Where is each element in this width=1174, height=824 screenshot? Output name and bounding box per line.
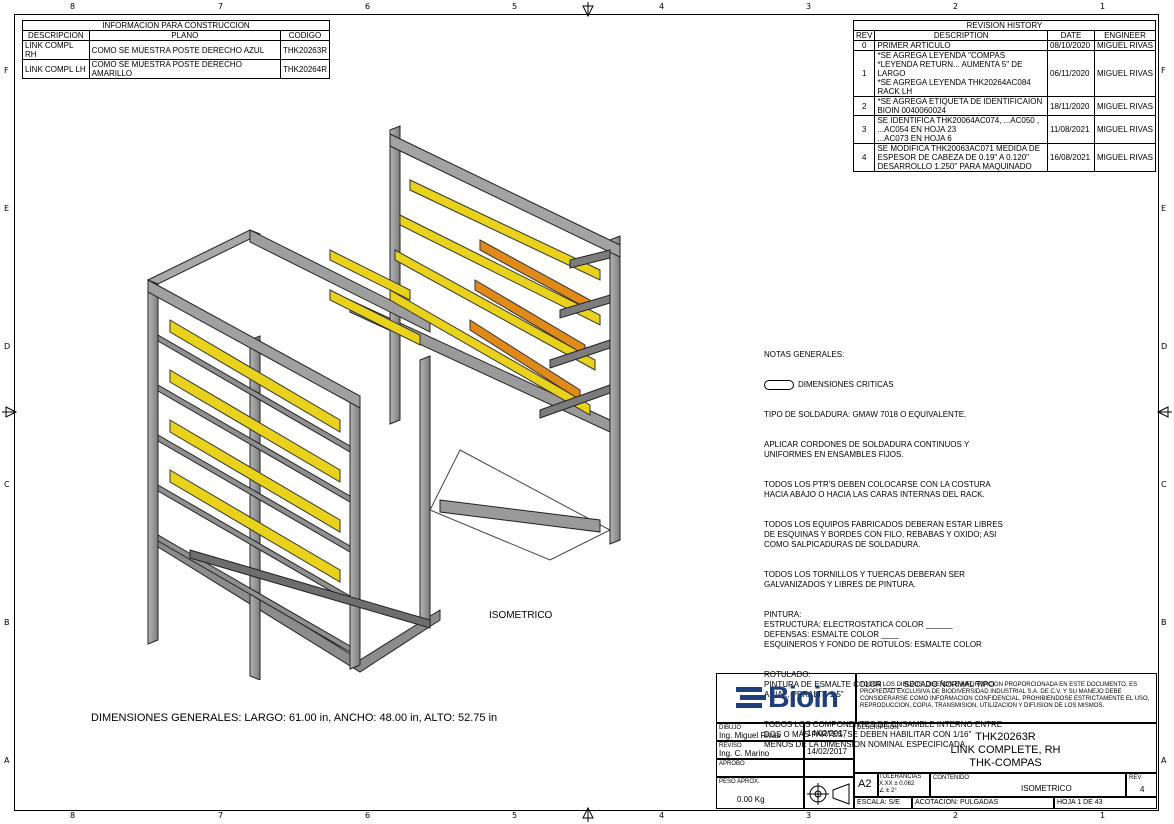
content-cell: CONTENIDO ISOMETRICO [930, 773, 1126, 797]
cell-engineer: MIGUEL RIVAS [1094, 96, 1156, 116]
confidentiality-notice: TODOS LOS DIBUJOS, DISEÑOS E INFORMACION… [856, 673, 1157, 723]
part-project: THK-COMPAS [969, 757, 1042, 769]
cell-engineer: MIGUEL RIVAS [1094, 115, 1156, 144]
col-header-codigo: CODIGO [279, 30, 331, 41]
cell-description: *SE AGREGA LEYENDA "COMPAS *LEYENDA RETU… [874, 50, 1048, 97]
approved-date [804, 759, 854, 777]
cell-date: 11/08/2021 [1047, 115, 1095, 144]
tolerances-label: TOLERANCIAS [879, 774, 922, 780]
notes-title: NOTAS GENERALES: [764, 350, 845, 359]
cell-date: 08/10/2020 [1047, 40, 1095, 51]
weight-value: 0.00 Kg [737, 795, 765, 804]
table-row: 2 *SE AGREGA ETIQUETA DE IDENTIFICAION B… [852, 96, 1156, 116]
col-header-description: DESCRIPTION [874, 30, 1048, 41]
reviewed-cell: REVISÓ Ing. C. Marino [716, 741, 804, 759]
table-row: LINK COMPL LH COMO SE MUESTRA POSTE DERE… [22, 59, 331, 79]
note-item: APLICAR CORDONES DE SOLDADURA CONTINUOS … [764, 440, 970, 459]
drew-date: 14/02/2017 [804, 723, 854, 741]
description-text: THK20263R LINK COMPLETE, RH THK-COMPAS [855, 731, 1156, 770]
col-header-rev: REV [852, 30, 876, 41]
cell-rev: 2 [852, 96, 876, 116]
rev-label: REV [1129, 775, 1142, 781]
cell-codigo: THK20264R [279, 59, 331, 79]
weight-label: PESO APROX. [719, 779, 760, 785]
scale: ESCALA: S/E [854, 797, 912, 809]
cell-description: *SE AGREGA ETIQUETA DE IDENTIFICAION BIO… [874, 96, 1048, 116]
sheet-number: HOJA 1 DE 43 [1054, 797, 1157, 809]
approved-label: APROBÓ [719, 761, 745, 767]
cell-descripcion: LINK COMPL RH [22, 40, 90, 60]
weight-cell: PESO APROX. 0.00 Kg [716, 777, 804, 809]
bioin-logo-icon [736, 687, 766, 708]
cell-date: 16/08/2021 [1047, 143, 1095, 172]
construction-info-table: INFORMACION PARA CONSTRUCCION DESCRIPCIO… [22, 20, 331, 79]
logo-text: Bioin [768, 681, 839, 714]
revision-history-table: REVISION HISTORY REV DESCRIPTION DATE EN… [852, 20, 1156, 172]
critical-dimensions-label: DIMENSIONES CRITICAS [798, 380, 894, 389]
part-number: THK20263R [975, 731, 1036, 743]
cell-descripcion: LINK COMPL LH [22, 59, 90, 79]
critical-dimensions-legend: DIMENSIONES CRITICAS [764, 380, 1044, 390]
rev-value: 4 [1140, 785, 1145, 794]
col-header-engineer: ENGINEER [1094, 30, 1156, 41]
cell-rev: 3 [852, 115, 876, 144]
tolerance-linear: X.XX ± 0.062 [879, 781, 915, 787]
table-row: LINK COMPL RH COMO SE MUESTRA POSTE DERE… [22, 40, 331, 60]
tolerances-cell: TOLERANCIAS X.XX ± 0.062 ∠ ± 2° [878, 773, 930, 797]
tolerance-angular: ∠ ± 2° [879, 788, 897, 794]
drew-name: Ing. Miguel Rivas [719, 731, 781, 740]
cell-rev: 1 [852, 50, 876, 97]
reviewed-name: Ing. C. Marino [719, 749, 770, 758]
rev-cell: REV 4 [1126, 773, 1157, 797]
company-logo: Bioin [716, 673, 856, 723]
cell-plano: COMO SE MUESTRA POSTE DERECHO AZUL [88, 40, 281, 60]
col-header-date: DATE [1047, 30, 1095, 41]
projection-cell [804, 777, 854, 809]
cell-codigo: THK20263R [279, 40, 331, 60]
table-row: 3 SE IDENTIFICA THK20064AC074, ...AC050 … [852, 115, 1156, 144]
view-label: ISOMETRICO [489, 610, 553, 621]
cell-engineer: MIGUEL RIVAS [1094, 143, 1156, 172]
note-item: TODOS LOS EQUIPOS FABRICADOS DEBERAN EST… [764, 520, 1003, 549]
cell-engineer: MIGUEL RIVAS [1094, 40, 1156, 51]
construction-info-title: INFORMACION PARA CONSTRUCCION [22, 20, 330, 31]
note-item: TODOS LOS TORNILLOS Y TUERCAS DEBERAN SE… [764, 570, 965, 589]
cell-description: PRIMER ARTICULO [874, 40, 1048, 51]
sheet-size: A2 [854, 773, 878, 797]
col-header-plano: PLANO [88, 30, 281, 41]
table-row: 1 *SE AGREGA LEYENDA "COMPAS *LEYENDA RE… [852, 50, 1156, 97]
cell-rev: 0 [852, 40, 876, 51]
content-value: ISOMETRICO [1021, 784, 1072, 793]
drew-cell: DIBUJÓ Ing. Miguel Rivas [716, 723, 804, 741]
cell-rev: 4 [852, 143, 876, 172]
units: ACOTACION: PULGADAS [912, 797, 1054, 809]
cell-engineer: MIGUEL RIVAS [1094, 50, 1156, 97]
cell-plano: COMO SE MUESTRA POSTE DERECHO AMARILLO [88, 59, 281, 79]
note-item: TIPO DE SOLDADURA: GMAW 7018 O EQUIVALEN… [764, 410, 967, 419]
table-row: 0 PRIMER ARTICULO 08/10/2020 MIGUEL RIVA… [852, 40, 1156, 51]
revision-history-title: REVISION HISTORY [853, 20, 1156, 31]
approved-cell: APROBÓ [716, 759, 804, 777]
critical-dimension-symbol-icon [764, 380, 794, 390]
cell-description: SE IDENTIFICA THK20064AC074, ...AC050 , … [874, 115, 1048, 144]
note-item: TODOS LOS PTR'S DEBEN COLOCARSE CON LA C… [764, 480, 991, 499]
reviewed-date: 14/02/2017 [804, 741, 854, 759]
third-angle-projection-icon [807, 783, 850, 805]
cell-date: 18/11/2020 [1047, 96, 1095, 116]
part-name: LINK COMPLETE, RH [950, 744, 1061, 756]
isometric-rack-drawing [146, 125, 621, 680]
description-cell: DESCRIPCION THK20263R LINK COMPLETE, RH … [854, 723, 1157, 773]
content-label: CONTENIDO [933, 775, 969, 781]
table-row: 4 SE MODIFICA THK20063AC071 MEDIDA DE ES… [852, 143, 1156, 172]
col-header-descripcion: DESCRIPCION [22, 30, 90, 41]
cell-date: 06/11/2020 [1047, 50, 1095, 97]
cell-description: SE MODIFICA THK20063AC071 MEDIDA DE ESPE… [874, 143, 1048, 172]
note-item: PINTURA: ESTRUCTURA: ELECTROSTATICA COLO… [764, 610, 982, 649]
overall-dimensions: DIMENSIONES GENERALES: LARGO: 61.00 in, … [91, 712, 498, 724]
